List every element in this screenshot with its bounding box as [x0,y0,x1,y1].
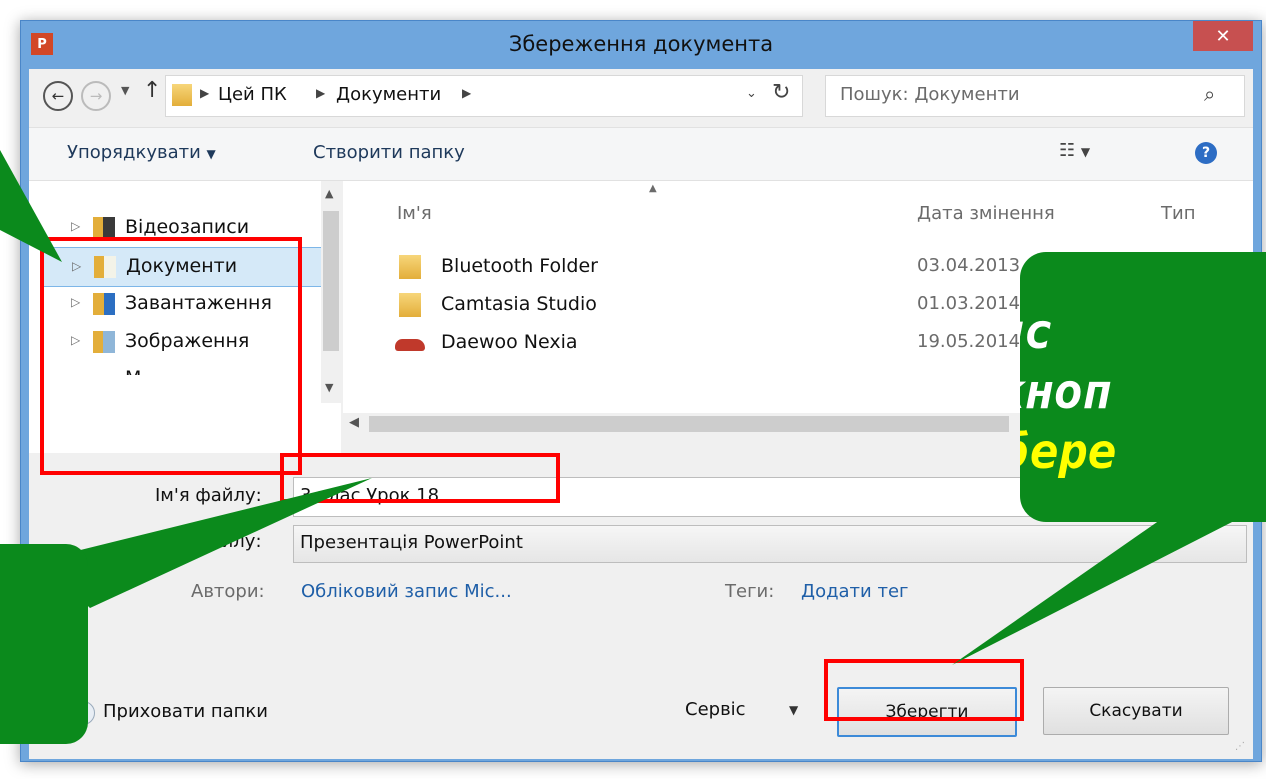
callout-line-2: кноп [1020,364,1112,420]
callout-bubble-instruction: Натис кноп Збере [1020,252,1266,522]
callout-bubble-filename [0,544,88,744]
callout-line-3: Збере [1020,424,1117,480]
callout-line-1: Натис [1020,304,1053,360]
callout-tail-tree [0,150,62,262]
callout-tail-save [952,520,1236,665]
callout-tail-filename [40,478,372,608]
